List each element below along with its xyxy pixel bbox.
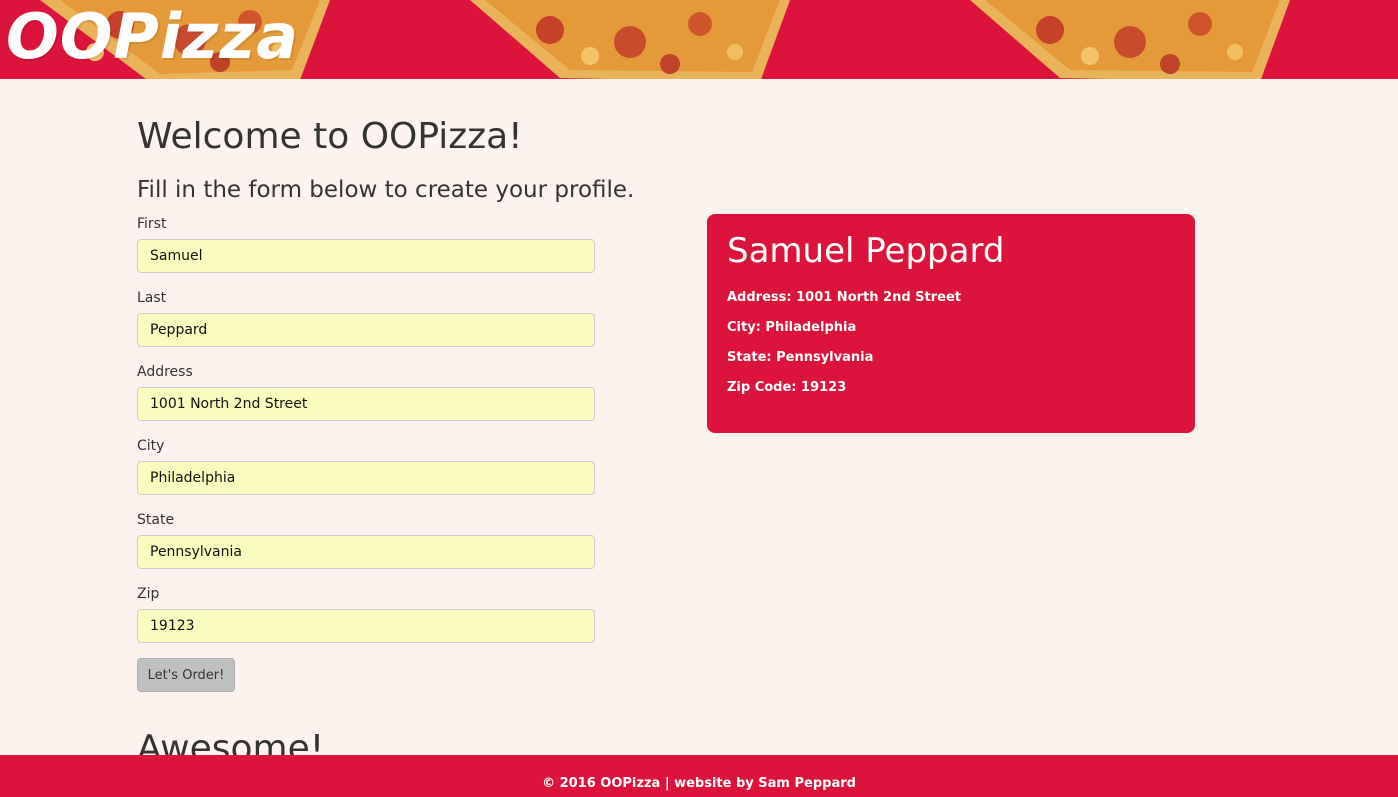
zip-label: Zip [137,586,160,602]
footer: © 2016 OOPizza | website by Sam Peppard [0,755,1398,797]
profile-address: Address: 1001 North 2nd Street [727,290,961,305]
profile-card: Samuel Peppard Address: 1001 North 2nd S… [707,214,1195,433]
first-name-label: First [137,216,167,232]
address-input[interactable] [137,387,595,421]
profile-zip: Zip Code: 19123 [727,380,847,395]
last-name-input[interactable] [137,313,595,347]
page-title: Welcome to OOPizza! [137,116,523,157]
pizza-slice-image [460,0,820,79]
main-content: Welcome to OOPizza! Fill in the form bel… [137,79,1261,755]
state-label: State [137,512,175,528]
profile-city: City: Philadelphia [727,320,857,335]
lets-order-button[interactable]: Let's Order! [137,658,235,692]
zip-input[interactable] [137,609,595,643]
profile-state: State: Pennsylvania [727,350,874,365]
awesome-heading: Awesome! [137,728,325,755]
address-label: Address [137,364,193,380]
city-label: City [137,438,165,454]
pizza-slice-image [960,0,1320,79]
site-logo[interactable]: OOPizza [6,2,299,72]
city-input[interactable] [137,461,595,495]
profile-name: Samuel Peppard [727,231,1005,271]
footer-text: © 2016 OOPizza | website by Sam Peppard [542,776,856,791]
state-input[interactable] [137,535,595,569]
page-subtitle: Fill in the form below to create your pr… [137,177,635,203]
first-name-input[interactable] [137,239,595,273]
last-name-label: Last [137,290,167,306]
header-banner: OOPizza [0,0,1398,79]
